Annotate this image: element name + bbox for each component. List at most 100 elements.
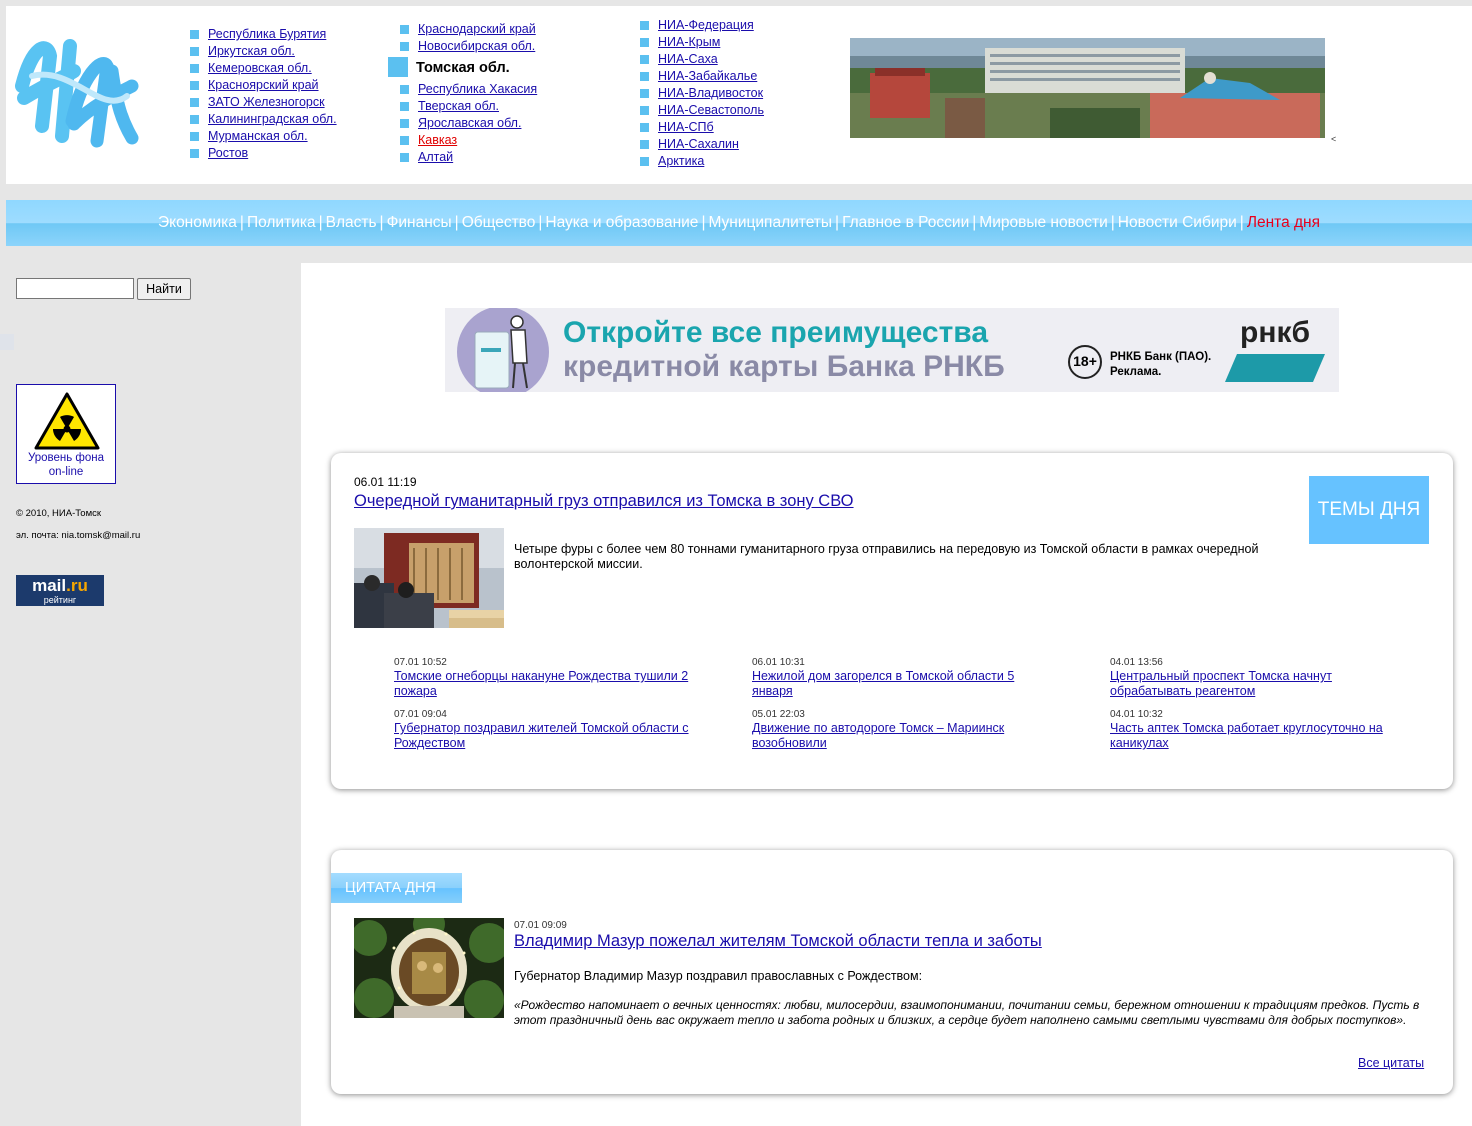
region-item[interactable]: Республика Хакасия — [400, 81, 537, 98]
nav-siberia[interactable]: Новости Сибири — [1118, 214, 1237, 231]
region-link[interactable]: НИА-Саха — [658, 52, 718, 66]
region-link[interactable]: Ростов — [208, 146, 248, 160]
region-item[interactable]: Ростов — [190, 145, 337, 162]
news-link[interactable]: Губернатор поздравил жителей Томской обл… — [394, 721, 714, 751]
region-item[interactable]: НИА-Забайкалье — [640, 68, 764, 85]
region-link[interactable]: Красноярский край — [208, 78, 319, 92]
region-item[interactable]: НИА-СПб — [640, 119, 764, 136]
region-item[interactable]: Ярославская обл. — [400, 115, 537, 132]
region-link[interactable]: Арктика — [658, 154, 704, 168]
region-item[interactable]: Тверская обл. — [400, 98, 537, 115]
current-region: Томская обл. — [388, 55, 537, 81]
region-item[interactable]: Кемеровская обл. — [190, 60, 337, 77]
news-item: 05.01 22:03 Движение по автодороге Томск… — [752, 709, 1052, 751]
region-item[interactable]: Республика Бурятия — [190, 26, 337, 43]
rnkb-logo: рнкб — [1240, 316, 1310, 349]
mailru-sub: рейтинг — [43, 595, 77, 605]
search-input[interactable] — [16, 278, 134, 299]
bullet-icon — [640, 123, 649, 132]
bullet-icon — [400, 119, 409, 128]
region-link-kavkaz[interactable]: Кавказ — [418, 133, 457, 147]
news-date: 04.01 13:56 — [1110, 657, 1163, 668]
region-link[interactable]: НИА-Забайкалье — [658, 69, 757, 83]
photo-caret: < — [1331, 134, 1337, 144]
news-link[interactable]: Движение по автодороге Томск – Мариинск … — [752, 721, 1052, 751]
news-link[interactable]: Центральный проспект Томска начнут обраб… — [1110, 669, 1410, 699]
region-item[interactable]: НИА-Владивосток — [640, 85, 764, 102]
region-item[interactable]: Кавказ — [400, 132, 537, 149]
nav-science[interactable]: Наука и образование — [545, 214, 698, 231]
nav-municipal[interactable]: Муниципалитеты — [708, 214, 832, 231]
region-item[interactable]: Краснодарский край — [400, 21, 537, 38]
region-item[interactable]: НИА-Крым — [640, 34, 764, 51]
region-link[interactable]: НИА-Федерация — [658, 18, 754, 32]
region-item[interactable]: НИА-Севастополь — [640, 102, 764, 119]
quote-badge: ЦИТАТА ДНЯ — [331, 873, 462, 903]
region-item[interactable]: Арктика — [640, 153, 764, 170]
region-list-1: Республика Бурятия Иркутская обл. Кемеро… — [190, 26, 337, 162]
nav-finance[interactable]: Финансы — [387, 214, 452, 231]
bullet-icon — [190, 30, 199, 39]
region-item[interactable]: Мурманская обл. — [190, 128, 337, 145]
mailru-rating-badge[interactable]: mail.ru рейтинг — [16, 575, 104, 606]
radiation-widget[interactable]: Уровень фона on-line — [16, 384, 116, 484]
nav-separator: | — [972, 214, 977, 231]
region-item[interactable]: ЗАТО Железногорск — [190, 94, 337, 111]
quote-headline[interactable]: Владимир Мазур пожелал жителям Томской о… — [514, 932, 1042, 951]
nav-daily-feed[interactable]: Лента дня — [1247, 214, 1320, 231]
region-link[interactable]: Краснодарский край — [418, 22, 536, 36]
region-link[interactable]: Кемеровская обл. — [208, 61, 312, 75]
lead-headline[interactable]: Очередной гуманитарный груз отправился и… — [354, 492, 854, 511]
nav-politics[interactable]: Политика — [247, 214, 316, 231]
region-link[interactable]: Алтай — [418, 150, 453, 164]
bullet-icon — [400, 102, 409, 111]
region-link[interactable]: НИА-Севастополь — [658, 103, 764, 117]
region-item[interactable]: Калининградская обл. — [190, 111, 337, 128]
region-link[interactable]: НИА-Крым — [658, 35, 720, 49]
banner-card-illustration — [457, 308, 549, 392]
banner-line-2: кредитной карты Банка РНКБ — [563, 350, 1005, 383]
lead-news-photo[interactable] — [354, 528, 504, 628]
region-item[interactable]: НИА-Сахалин — [640, 136, 764, 153]
nia-logo[interactable] — [12, 26, 142, 154]
nav-russia[interactable]: Главное в России — [842, 214, 969, 231]
region-link[interactable]: Иркутская обл. — [208, 44, 295, 58]
region-link[interactable]: ЗАТО Железногорск — [208, 95, 325, 109]
region-item[interactable]: НИА-Саха — [640, 51, 764, 68]
region-link[interactable]: Мурманская обл. — [208, 129, 308, 143]
bullet-icon — [190, 115, 199, 124]
region-link[interactable]: Ярославская обл. — [418, 116, 521, 130]
region-item[interactable]: НИА-Федерация — [640, 17, 764, 34]
bullet-icon — [190, 81, 199, 90]
news-link[interactable]: Нежилой дом загорелся в Томской области … — [752, 669, 1052, 699]
news-link[interactable]: Часть аптек Томска работает круглосуточн… — [1110, 721, 1410, 751]
region-link[interactable]: Тверская обл. — [418, 99, 499, 113]
nav-separator: | — [701, 214, 706, 231]
region-link[interactable]: НИА-СПб — [658, 120, 714, 134]
quote-of-day-card: ЦИТАТА ДНЯ 07.01 09:09 Владимир Мазур по… — [331, 850, 1453, 1094]
region-list-2: Краснодарский край Новосибирская обл. То… — [388, 21, 537, 166]
ad-banner[interactable]: Откройте все преимущества кредитной карт… — [445, 308, 1339, 392]
all-quotes-link[interactable]: Все цитаты — [1358, 1056, 1424, 1070]
nav-society[interactable]: Общество — [462, 214, 536, 231]
region-item[interactable]: Иркутская обл. — [190, 43, 337, 60]
nav-power[interactable]: Власть — [326, 214, 377, 231]
region-link[interactable]: Республика Бурятия — [208, 27, 326, 41]
region-item[interactable]: Красноярский край — [190, 77, 337, 94]
nav-world[interactable]: Мировые новости — [979, 214, 1107, 231]
region-link[interactable]: Новосибирская обл. — [418, 39, 535, 53]
banner-disclaimer-2: Реклама. — [1110, 366, 1162, 378]
region-item[interactable]: Новосибирская обл. — [400, 38, 537, 55]
region-link[interactable]: НИА-Владивосток — [658, 86, 763, 100]
region-link[interactable]: НИА-Сахалин — [658, 137, 739, 151]
search-button[interactable]: Найти — [137, 278, 191, 300]
region-item[interactable]: Алтай — [400, 149, 537, 166]
region-link[interactable]: Республика Хакасия — [418, 82, 537, 96]
region-link[interactable]: Калининградская обл. — [208, 112, 337, 126]
quote-photo[interactable] — [354, 918, 504, 1018]
radiation-label-line-1: Уровень фона — [27, 452, 105, 464]
news-link[interactable]: Томские огнеборцы накануне Рождества туш… — [394, 669, 714, 699]
bullet-icon — [400, 85, 409, 94]
sidebar-tab — [0, 334, 14, 350]
nav-economy[interactable]: Экономика — [158, 214, 237, 231]
